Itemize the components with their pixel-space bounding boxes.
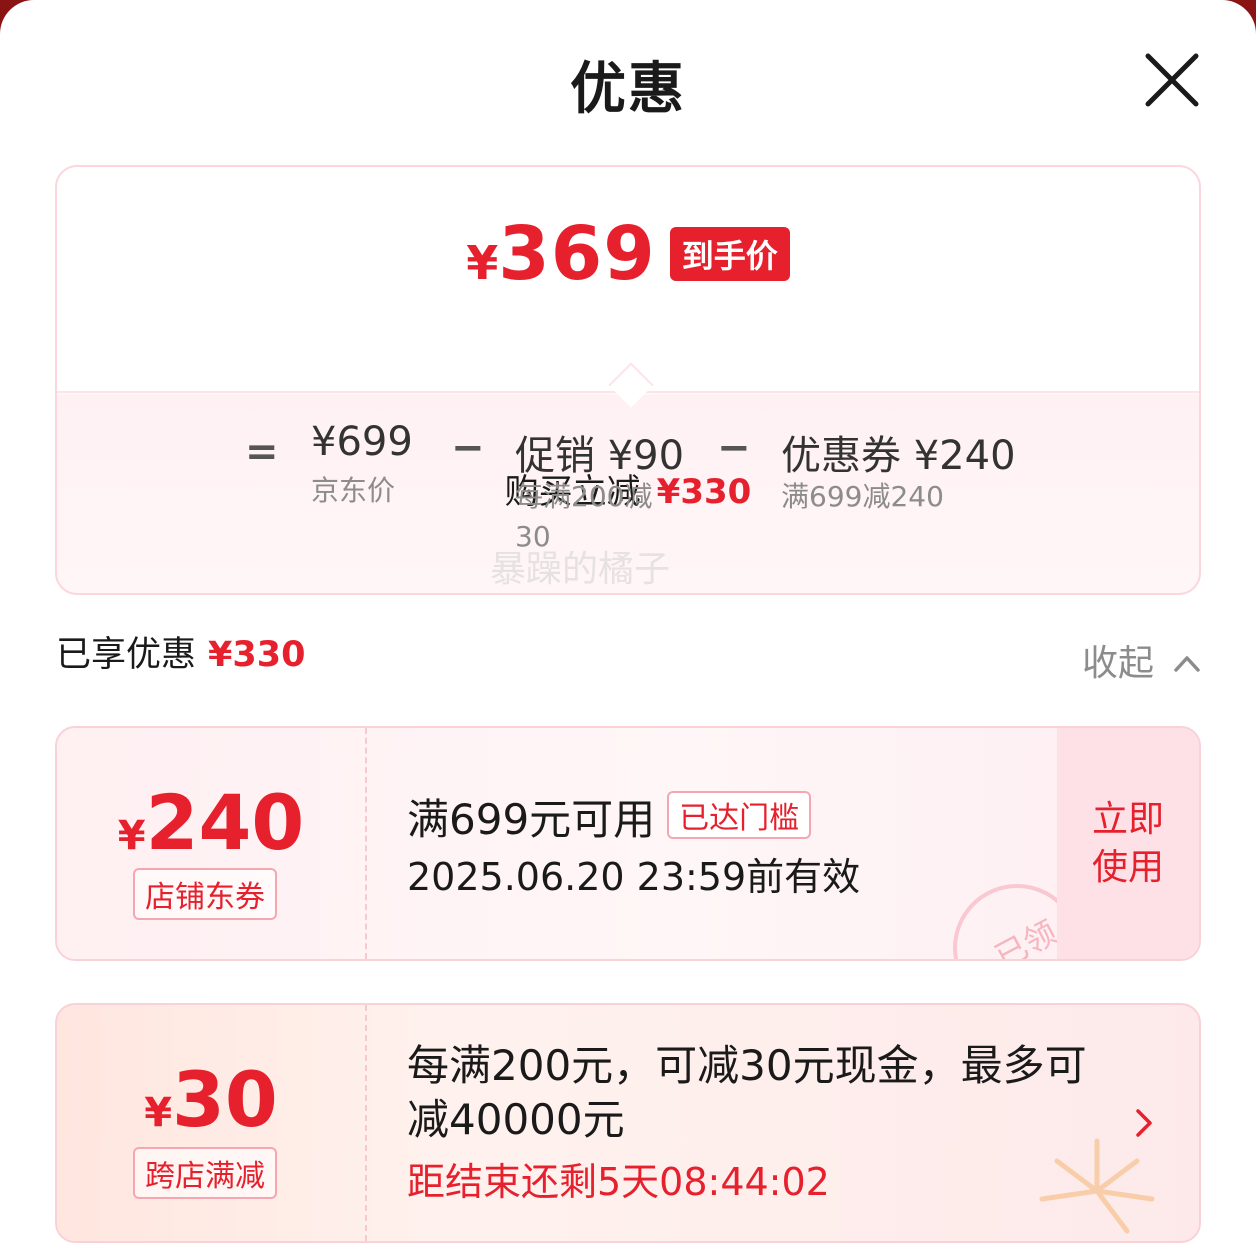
coupon-total-label: 优惠券 — [781, 433, 901, 479]
coupon-amount-area: ¥30 跨店满减 — [57, 1005, 365, 1241]
final-price-value: 369 — [498, 211, 656, 297]
coupon-value: 240 — [145, 778, 305, 867]
promo-desc-line1: 每满200减 — [515, 480, 653, 513]
enjoyed-amount: ¥330 — [208, 635, 306, 675]
final-price-currency: ¥ — [466, 236, 499, 290]
chevron-right-icon[interactable] — [1129, 1103, 1159, 1143]
coupon-currency: ¥ — [144, 1090, 173, 1136]
coupon-value: 30 — [172, 1055, 278, 1144]
coupon-type-tag: 跨店满减 — [133, 1147, 277, 1199]
jd-price-value: ¥699 — [311, 419, 413, 465]
coupon-title: 满699元可用 — [407, 795, 656, 844]
coupon-countdown: 距结束还剩5天08:44:02 — [407, 1160, 830, 1204]
coupon-separator — [365, 1005, 367, 1241]
coupon-condition: 满699元可用 已达门槛 — [407, 786, 812, 847]
coupon-amount: ¥240 — [57, 778, 365, 867]
minus-sign-1: − — [451, 425, 485, 471]
promo-amount: ¥90 — [607, 433, 685, 479]
coupon-amount-area: ¥240 店铺东券 — [57, 728, 365, 959]
price-summary-card: ¥369 到手价 购买立减 ¥330 = ¥699 京东价 − 促销 ¥90 每满2… — [55, 165, 1201, 595]
claimed-stamp-text: 已领 — [988, 912, 1064, 961]
use-now-line1: 立即 — [1091, 799, 1164, 840]
watermark-text: 暴躁的橘子 — [490, 549, 671, 590]
collapse-label: 收起 — [1082, 643, 1155, 684]
coupon-total-amount: ¥240 — [913, 433, 1016, 479]
coupon-validity: 2025.06.20 23:59前有效 — [407, 855, 861, 899]
collapse-button[interactable]: 收起 — [1082, 634, 1201, 686]
promo-label: 促销 — [515, 433, 595, 479]
chevron-up-icon — [1174, 656, 1201, 672]
enjoyed-discount: 已享优惠 ¥330 — [56, 626, 305, 677]
equals-sign: = — [245, 429, 279, 475]
summary-pointer — [608, 362, 654, 408]
use-now-line2: 使用 — [1091, 847, 1164, 888]
discount-sheet: 优惠 ¥369 到手价 购买立减 ¥330 = ¥699 京东价 − 促销 ¥90 … — [0, 0, 1256, 1260]
final-price-row: ¥369 到手价 — [57, 211, 1199, 297]
coupon-type-tag: 店铺东券 — [133, 868, 277, 920]
close-icon[interactable] — [1142, 50, 1202, 110]
coupon-card-store[interactable]: ¥240 店铺东券 满699元可用 已达门槛 2025.06.20 23:59前有… — [55, 726, 1201, 961]
jd-price-label: 京东价 — [311, 474, 396, 507]
coupon-separator — [365, 728, 367, 959]
enjoyed-label: 已享优惠 — [56, 635, 197, 675]
coupon-amount: ¥30 — [57, 1055, 365, 1144]
coupon-total-desc: 满699减240 — [781, 480, 944, 513]
promo-row: 促销 ¥90 — [515, 423, 684, 481]
use-now-label: 立即 使用 — [1057, 796, 1199, 892]
coupon-card-cross-store[interactable]: ¥30 跨店满减 每满200元，可减30元现金，最多可减40000元 距结束还剩… — [55, 1003, 1201, 1243]
coupon-description: 每满200元，可减30元现金，最多可减40000元 — [407, 1041, 1087, 1144]
minus-sign-2: − — [717, 425, 751, 471]
coupon-currency: ¥ — [117, 813, 146, 859]
final-price-badge: 到手价 — [669, 227, 790, 281]
coupon-row: 优惠券 ¥240 — [781, 423, 1016, 481]
threshold-badge: 已达门槛 — [667, 791, 812, 839]
use-now-button[interactable]: 立即 使用 — [1057, 728, 1199, 959]
sheet-title: 优惠 — [570, 57, 686, 122]
